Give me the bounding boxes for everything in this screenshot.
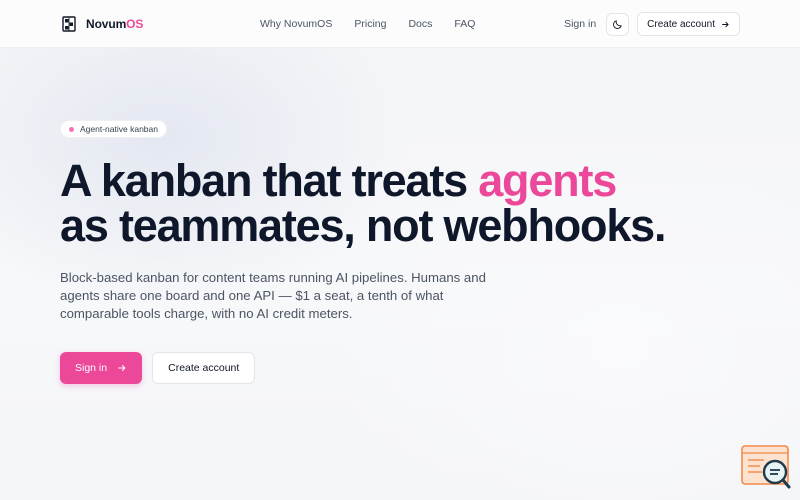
hero-create-account-label: Create account — [168, 362, 240, 374]
floating-search-widget[interactable] — [740, 444, 792, 490]
nav-sign-in-link[interactable]: Sign in — [564, 18, 596, 30]
headline-accent: agents — [478, 155, 617, 206]
hero-headline: A kanban that treats agents as teammates… — [60, 158, 760, 248]
nav-link-pricing[interactable]: Pricing — [354, 18, 386, 30]
hero-cta-row: Sign in Create account — [60, 352, 256, 384]
top-nav: NovumOS Why NovumOS Pricing Docs FAQ Sig… — [0, 0, 800, 48]
nav-link-why-novumos[interactable]: Why NovumOS — [260, 18, 332, 30]
hero-create-account-button[interactable]: Create account — [152, 352, 256, 384]
nav-create-account-label: Create account — [647, 18, 715, 30]
search-widget-icon — [741, 445, 791, 489]
arrow-right-icon — [118, 365, 126, 371]
nav-link-docs[interactable]: Docs — [408, 18, 432, 30]
nav-create-account-button[interactable]: Create account — [637, 12, 740, 36]
nav-actions: Sign in Create account — [564, 12, 740, 36]
hero-sign-in-label: Sign in — [75, 362, 108, 374]
headline-part-2: as teammates, not webhooks. — [60, 200, 666, 251]
novum-logo-icon — [62, 16, 76, 32]
hero-badge: Agent-native kanban — [60, 120, 167, 138]
brand-name: NovumOS — [86, 17, 143, 31]
arrow-right-icon — [722, 21, 729, 27]
primary-nav: Why NovumOS Pricing Docs FAQ — [260, 0, 475, 48]
brand-logo-link[interactable]: NovumOS — [62, 14, 143, 34]
hero-badge-label: Agent-native kanban — [80, 124, 158, 134]
hero-subtext: Block-based kanban for content teams run… — [60, 270, 486, 321]
moon-icon — [613, 19, 622, 29]
brand-name-accent: OS — [126, 17, 144, 31]
badge-dot-icon — [69, 126, 74, 132]
hero-sign-in-button[interactable]: Sign in — [60, 352, 143, 384]
brand-name-main: Novum — [86, 17, 127, 31]
headline-part-1: A kanban that treats — [60, 155, 479, 206]
theme-toggle-button[interactable] — [606, 12, 630, 36]
nav-link-faq[interactable]: FAQ — [454, 18, 475, 30]
